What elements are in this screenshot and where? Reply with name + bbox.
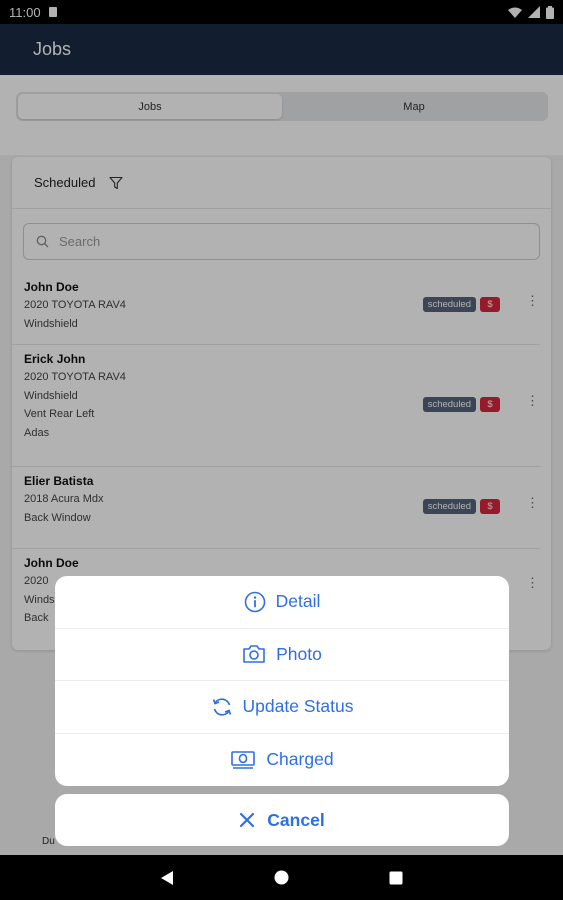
screen: 11:00 Jobs Jobs Map Scheduled Search Joh… xyxy=(0,0,563,900)
action-sheet: Detail Photo Update Status Charged xyxy=(55,576,509,786)
cancel-button[interactable]: Cancel xyxy=(55,794,509,846)
update-status-label: Update Status xyxy=(242,696,354,717)
system-nav-bar xyxy=(0,855,563,900)
close-icon xyxy=(240,812,255,828)
info-icon xyxy=(244,591,265,613)
detail-action[interactable]: Detail xyxy=(55,576,509,629)
cancel-label: Cancel xyxy=(267,809,325,830)
detail-label: Detail xyxy=(275,591,321,612)
photo-action[interactable]: Photo xyxy=(55,629,509,681)
charged-label: Charged xyxy=(266,749,334,770)
home-icon[interactable] xyxy=(274,870,289,885)
refresh-icon xyxy=(212,698,231,716)
photo-label: Photo xyxy=(276,643,322,664)
cash-icon xyxy=(231,750,256,769)
charged-action[interactable]: Charged xyxy=(55,734,509,787)
camera-icon xyxy=(243,645,265,664)
update-status-action[interactable]: Update Status xyxy=(55,681,509,734)
recents-icon[interactable] xyxy=(389,871,403,885)
back-icon[interactable] xyxy=(160,870,174,886)
